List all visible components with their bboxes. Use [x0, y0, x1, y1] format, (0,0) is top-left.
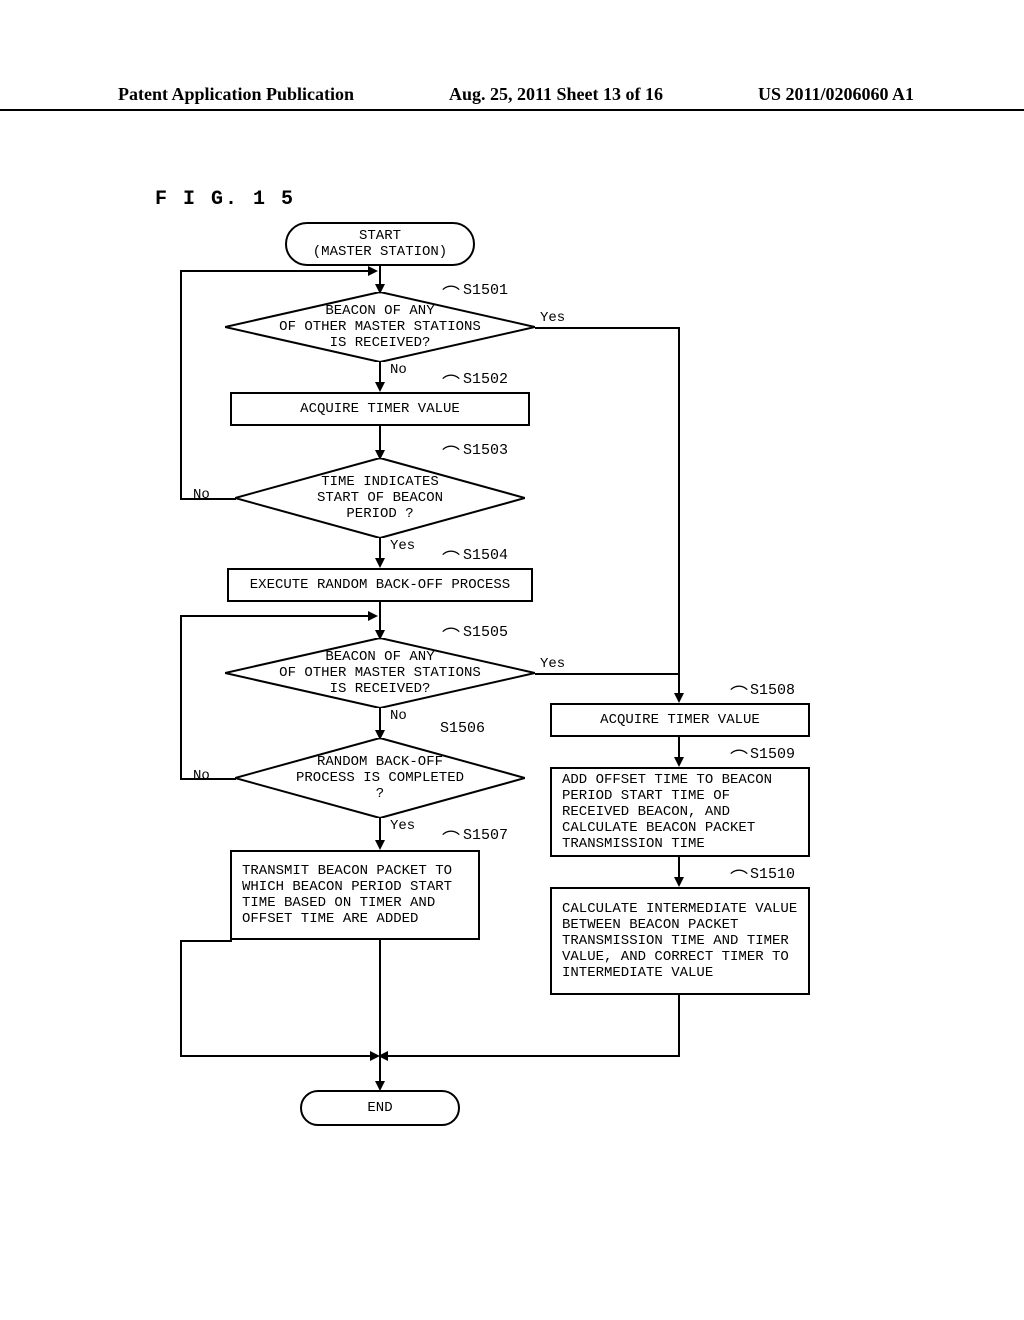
end-terminal: END: [300, 1090, 460, 1126]
arrow-icon: [674, 693, 684, 703]
arrow-icon: [375, 558, 385, 568]
arrow-icon: [674, 757, 684, 767]
flow-line: [379, 362, 381, 384]
step-number: S1508: [750, 682, 795, 699]
arrow-icon: [368, 611, 378, 621]
flow-line: [180, 270, 370, 272]
header-publication: Patent Application Publication: [118, 84, 354, 105]
step-number: S1506: [440, 720, 485, 737]
start-terminal: START (MASTER STATION): [285, 222, 475, 266]
step-number: S1507: [463, 827, 508, 844]
no-label: No: [390, 362, 407, 378]
header-sheet: Aug. 25, 2011 Sheet 13 of 16: [449, 84, 663, 105]
flow-line: [180, 778, 236, 780]
flow-line: [180, 940, 232, 942]
leader-icon: ⌒: [442, 441, 460, 467]
step-number: S1503: [463, 442, 508, 459]
flow-line: [678, 327, 680, 695]
flow-line: [379, 708, 381, 732]
arrow-icon: [674, 877, 684, 887]
decision-s1501: BEACON OF ANY OF OTHER MASTER STATIONS I…: [225, 292, 535, 362]
arrow-icon: [375, 840, 385, 850]
process-s1509: ADD OFFSET TIME TO BEACON PERIOD START T…: [550, 767, 810, 857]
arrow-icon: [378, 1051, 388, 1061]
yes-label: Yes: [540, 310, 565, 326]
flow-line: [678, 737, 680, 759]
flow-line: [379, 266, 381, 286]
leader-icon: ⌒: [730, 745, 748, 771]
decision-s1503-text: TIME INDICATES START OF BEACON PERIOD ?: [235, 458, 525, 538]
flow-line: [678, 995, 680, 1055]
decision-s1505: BEACON OF ANY OF OTHER MASTER STATIONS I…: [225, 638, 535, 708]
flow-line: [379, 818, 381, 842]
decision-s1506-text: RANDOM BACK-OFF PROCESS IS COMPLETED ?: [235, 738, 525, 818]
decision-s1505-text: BEACON OF ANY OF OTHER MASTER STATIONS I…: [225, 638, 535, 708]
leader-icon: ⌒: [442, 826, 460, 852]
no-label: No: [193, 768, 210, 784]
process-s1507: TRANSMIT BEACON PACKET TO WHICH BEACON P…: [230, 850, 480, 940]
flow-line: [379, 426, 381, 452]
step-number: S1505: [463, 624, 508, 641]
decision-s1501-text: BEACON OF ANY OF OTHER MASTER STATIONS I…: [225, 292, 535, 362]
header-pubnum: US 2011/0206060 A1: [758, 84, 914, 105]
leader-icon: ⌒: [442, 546, 460, 572]
no-label: No: [193, 487, 210, 503]
flow-line: [180, 615, 182, 780]
step-number: S1501: [463, 282, 508, 299]
flow-line: [180, 615, 370, 617]
yes-label: Yes: [540, 656, 565, 672]
flow-line: [180, 940, 182, 1057]
step-number: S1509: [750, 746, 795, 763]
no-label: No: [390, 708, 407, 724]
start-label: START (MASTER STATION): [313, 228, 447, 260]
decision-s1506: RANDOM BACK-OFF PROCESS IS COMPLETED ?: [235, 738, 525, 818]
yes-label: Yes: [390, 818, 415, 834]
leader-icon: ⌒: [730, 865, 748, 891]
yes-label: Yes: [390, 538, 415, 554]
flow-line: [678, 857, 680, 879]
flow-line: [379, 538, 381, 560]
process-s1504: EXECUTE RANDOM BACK-OFF PROCESS: [227, 568, 533, 602]
flow-line: [379, 940, 381, 1055]
flow-line: [180, 1055, 372, 1057]
step-number: S1504: [463, 547, 508, 564]
end-label: END: [367, 1100, 392, 1116]
step-number: S1510: [750, 866, 795, 883]
leader-icon: ⌒: [442, 623, 460, 649]
flow-line: [379, 602, 381, 632]
arrow-icon: [375, 382, 385, 392]
flow-line: [387, 1055, 680, 1057]
leader-icon: ⌒: [442, 281, 460, 307]
flow-line: [535, 327, 680, 329]
flow-line: [180, 498, 236, 500]
flowchart-canvas: START (MASTER STATION) BEACON OF ANY OF …: [120, 210, 900, 1230]
decision-s1503: TIME INDICATES START OF BEACON PERIOD ?: [235, 458, 525, 538]
flow-line: [535, 673, 680, 675]
process-s1508: ACQUIRE TIMER VALUE: [550, 703, 810, 737]
page: Patent Application Publication Aug. 25, …: [0, 0, 1024, 1320]
arrow-icon: [368, 266, 378, 276]
leader-icon: ⌒: [442, 370, 460, 396]
page-header: Patent Application Publication Aug. 25, …: [0, 84, 1024, 111]
process-s1502: ACQUIRE TIMER VALUE: [230, 392, 530, 426]
flow-line: [180, 270, 182, 500]
step-number: S1502: [463, 371, 508, 388]
figure-title: F I G. 1 5: [155, 188, 295, 211]
process-s1510: CALCULATE INTERMEDIATE VALUE BETWEEN BEA…: [550, 887, 810, 995]
leader-icon: ⌒: [730, 681, 748, 707]
